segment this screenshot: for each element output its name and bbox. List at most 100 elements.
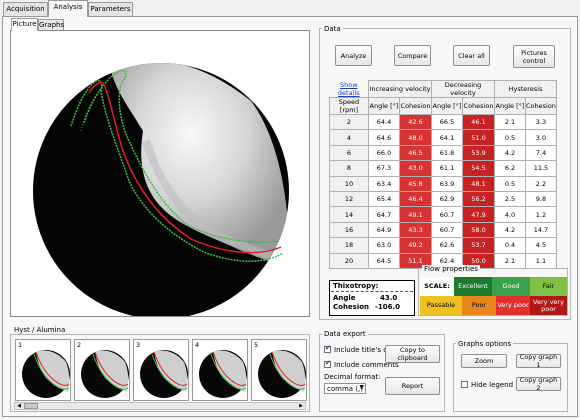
decimal-format-label: Decimal format: (324, 373, 381, 381)
increasing-velocity-header: Increasing velocity (368, 80, 432, 98)
value-cell: 64.7 (368, 206, 400, 223)
speed-cell: 16 (329, 221, 369, 239)
value-cell: 4.2 (494, 221, 526, 239)
value-cell: 11.5 (525, 160, 557, 177)
value-cell: 60.7 (431, 221, 463, 239)
value-cell: 4.0 (494, 206, 526, 223)
include-comments-checkbox[interactable] (324, 359, 331, 368)
scale-passable: Passable (420, 296, 462, 315)
value-cell: 63.9 (431, 175, 463, 192)
tab-parameters[interactable]: Parameters (88, 2, 133, 16)
speed-cell: 14 (329, 206, 369, 223)
clear-all-button[interactable]: Clear all (453, 45, 490, 66)
cohesion-inc-cell: 46.5 (399, 144, 432, 162)
value-cell: 14.7 (525, 221, 557, 239)
thumbnail-image (22, 350, 70, 398)
thumbnail-image (258, 350, 306, 398)
scroll-right-arrow[interactable]: ▶ (297, 403, 305, 409)
thumbnail[interactable]: 4 (192, 339, 248, 401)
value-cell: 63.0 (368, 237, 400, 254)
col-cohesion-dec: Cohesion (462, 97, 495, 115)
cohesion-dec-cell: 58.0 (462, 221, 495, 239)
table-row: 12 65.4 46.4 62.9 56.2 2.5 9.8 (329, 190, 557, 208)
results-table: Show details Increasing velocity Decreas… (329, 80, 557, 269)
thumbnail[interactable]: 5 (251, 339, 307, 401)
speed-cell: 20 (329, 252, 369, 269)
cohesion-dec-cell: 51.0 (462, 129, 495, 146)
value-cell: 3.3 (525, 113, 557, 131)
table-row: 16 64.9 43.3 60.7 58.0 4.2 14.7 (329, 221, 557, 239)
table-row: 8 67.3 43.0 61.1 54.5 6.2 11.5 (329, 160, 557, 177)
table-row: 2 64.4 42.6 66.5 46.1 2.1 3.3 (329, 113, 557, 131)
cohesion-dec-cell: 46.1 (462, 113, 495, 131)
thumbs-scrollbar[interactable]: ◀ ▶ (14, 402, 306, 410)
report-button[interactable]: Report (385, 377, 440, 395)
value-cell: 62.6 (431, 237, 463, 254)
speed-cell: 2 (329, 113, 369, 131)
thumbnail[interactable]: 2 (74, 339, 130, 401)
show-details-link[interactable]: Show details (329, 80, 369, 98)
scale-very-very-poor: Very very poor (530, 296, 567, 315)
cohesion-inc-cell: 42.6 (399, 113, 432, 131)
col-cohesion-hyst: Cohesion (525, 97, 557, 115)
analyze-button[interactable]: Analyze (335, 45, 372, 66)
value-cell: 65.4 (368, 190, 400, 208)
scroll-thumb[interactable] (24, 403, 38, 409)
thixotropy-angle-label: Angle (333, 294, 356, 302)
column-header-row: Speed [rpm] Angle [°] Cohesion Angle [°]… (329, 97, 557, 115)
value-cell: 4.2 (494, 144, 526, 162)
scale-excellent: Excellent (454, 277, 492, 296)
picture-view (10, 30, 310, 319)
tab-graphs[interactable]: Graphs (38, 19, 64, 30)
cohesion-dec-cell: 48.1 (462, 175, 495, 192)
value-cell: 63.4 (368, 175, 400, 192)
scroll-left-arrow[interactable]: ◀ (15, 403, 23, 409)
speed-cell: 4 (329, 129, 369, 146)
decimal-format-select[interactable]: comma (,) ▼ (324, 383, 366, 394)
thumbnail[interactable]: 1 (15, 339, 71, 401)
pictures-control-button[interactable]: Pictures control (513, 45, 555, 68)
tab-picture[interactable]: Picture (11, 18, 38, 31)
speed-cell: 12 (329, 190, 369, 208)
zoom-button[interactable]: Zoom (461, 354, 507, 368)
cohesion-inc-cell: 49.1 (399, 206, 432, 223)
table-row: 18 63.0 49.2 62.6 53.7 0.4 4.5 (329, 237, 557, 254)
hide-legend-checkbox[interactable] (461, 381, 468, 388)
table-row: 14 64.7 49.1 60.7 47.9 4.0 1.2 (329, 206, 557, 223)
data-group-title: Data (322, 25, 343, 33)
value-cell: 2.5 (494, 190, 526, 208)
value-cell: 4.5 (525, 237, 557, 254)
value-cell: 0.5 (494, 129, 526, 146)
tab-analysis[interactable]: Analysis (48, 0, 88, 17)
col-cohesion-inc: Cohesion (399, 97, 432, 115)
value-cell: 0.4 (494, 237, 526, 254)
value-cell: 64.1 (431, 129, 463, 146)
table-row: 6 66.0 46.5 61.8 53.9 4.2 7.4 (329, 144, 557, 162)
copy-graph1-button[interactable]: Copy graph 1 (516, 353, 561, 369)
value-cell: 64.4 (368, 113, 400, 131)
copy-to-clipboard-button[interactable]: Copy to clipboard (385, 345, 440, 363)
cohesion-dec-cell: 56.2 (462, 190, 495, 208)
cohesion-inc-cell: 49.2 (399, 237, 432, 254)
compare-button[interactable]: Compare (394, 45, 431, 66)
value-cell: 64.6 (368, 129, 400, 146)
value-cell: 6.2 (494, 160, 526, 177)
value-cell: 61.8 (431, 144, 463, 162)
include-titles-checkbox[interactable] (324, 344, 331, 353)
value-cell: 62.9 (431, 190, 463, 208)
chevron-down-icon: ▼ (359, 384, 364, 391)
value-cell: 2.1 (494, 113, 526, 131)
cohesion-inc-cell: 43.0 (399, 160, 432, 177)
cohesion-dec-cell: 54.5 (462, 160, 495, 177)
thixotropy-cohesion-label: Cohesion (333, 303, 370, 311)
hide-legend-label: Hide legend (471, 381, 514, 389)
col-speed: Speed [rpm] (329, 97, 369, 115)
thixotropy-divider (331, 291, 413, 292)
copy-graph2-button[interactable]: Copy graph 2 (516, 376, 561, 392)
tab-acquisition[interactable]: Acquisition (3, 2, 48, 16)
scale-label: SCALE: (420, 277, 454, 296)
value-cell: 66.5 (431, 113, 463, 131)
value-cell: 60.7 (431, 206, 463, 223)
thixotropy-title: Thixotropy: (333, 282, 379, 290)
thumbnail[interactable]: 3 (133, 339, 189, 401)
